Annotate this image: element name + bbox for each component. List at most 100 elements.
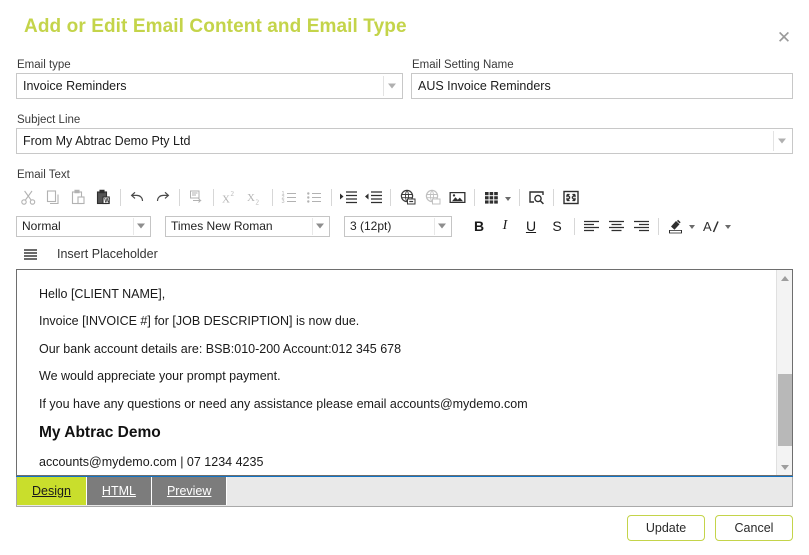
table-dropdown-caret-icon[interactable] xyxy=(505,196,511,201)
chevron-down-icon xyxy=(137,223,145,229)
text-highlight-icon[interactable] xyxy=(663,214,688,238)
toolbar-divider xyxy=(120,189,121,206)
chevron-down-icon xyxy=(388,83,396,89)
editor-vertical-scrollbar[interactable] xyxy=(776,270,792,475)
toolbar-row-3: Insert Placeholder xyxy=(16,242,793,266)
find-replace-icon[interactable] xyxy=(524,186,549,210)
paste-icon[interactable] xyxy=(66,186,91,210)
svg-text:W: W xyxy=(104,199,110,205)
paragraph-style-value: Normal xyxy=(22,219,61,233)
scrollbar-thumb[interactable] xyxy=(778,374,792,446)
chevron-down-icon xyxy=(316,223,324,229)
strikethrough-button[interactable]: S xyxy=(544,214,570,238)
toolbar-divider xyxy=(213,189,214,206)
dialog-footer: Update Cancel xyxy=(627,515,793,541)
email-body-editor[interactable]: Hello [CLIENT NAME], Invoice [INVOICE #]… xyxy=(16,269,793,476)
chevron-down-icon xyxy=(438,223,446,229)
fontcolor-dropdown-caret-icon[interactable] xyxy=(725,225,731,229)
svg-text:2: 2 xyxy=(256,199,260,207)
font-family-select[interactable]: Times New Roman xyxy=(165,215,330,237)
insert-image-icon[interactable] xyxy=(445,186,470,210)
copy-icon[interactable] xyxy=(41,186,66,210)
undo-icon[interactable] xyxy=(125,186,150,210)
toolbar-divider xyxy=(272,189,273,206)
email-content-dialog: Add or Edit Email Content and Email Type… xyxy=(0,0,809,555)
toolbar-divider xyxy=(179,189,180,206)
superscript-icon[interactable]: X2 xyxy=(218,186,243,210)
email-body-line: Invoice [INVOICE #] for [JOB DESCRIPTION… xyxy=(39,314,360,329)
setting-name-input[interactable]: AUS Invoice Reminders xyxy=(411,73,793,99)
fullscreen-icon[interactable] xyxy=(558,186,583,210)
close-icon[interactable]: ✕ xyxy=(773,26,795,48)
editor-mode-tabs: Design HTML Preview xyxy=(17,477,228,505)
paragraph-style-select[interactable]: Normal xyxy=(16,215,151,237)
insert-link-icon[interactable] xyxy=(395,186,420,210)
font-family-value: Times New Roman xyxy=(171,219,273,233)
indent-increase-icon[interactable] xyxy=(336,186,361,210)
signature-name: My Abtrac Demo xyxy=(39,423,161,441)
email-body-line: We would appreciate your prompt payment. xyxy=(39,369,281,384)
email-text-label: Email Text xyxy=(17,169,70,181)
email-body-line: Our bank account details are: BSB:010-20… xyxy=(39,341,402,356)
toolbar-divider xyxy=(658,217,659,235)
paste-word-icon[interactable]: W xyxy=(91,186,116,210)
toolbar-row-1: W X2 X2 123 xyxy=(16,184,793,211)
cut-icon[interactable] xyxy=(16,186,41,210)
toolbar-divider xyxy=(574,217,575,235)
select-divider xyxy=(773,131,774,151)
select-divider xyxy=(383,76,384,96)
tab-html[interactable]: HTML xyxy=(86,477,152,505)
tab-design[interactable]: Design xyxy=(17,477,87,505)
insert-placeholder-label[interactable]: Insert Placeholder xyxy=(57,247,158,261)
setting-name-label: Email Setting Name xyxy=(412,59,514,71)
svg-text:A: A xyxy=(703,219,712,234)
insert-placeholder-row[interactable]: Insert Placeholder xyxy=(16,242,158,266)
setting-name-value: AUS Invoice Reminders xyxy=(418,79,551,93)
toolbar-divider xyxy=(390,189,391,206)
svg-text:2: 2 xyxy=(231,190,235,198)
email-body-line: If you have any questions or need any as… xyxy=(39,396,528,411)
subject-line-value: From My Abtrac Demo Pty Ltd xyxy=(23,134,191,148)
scroll-up-icon[interactable] xyxy=(777,270,792,286)
toolbar-divider xyxy=(553,189,554,206)
svg-text:X: X xyxy=(247,192,255,204)
align-right-icon[interactable] xyxy=(629,214,654,238)
indent-decrease-icon[interactable] xyxy=(361,186,386,210)
toolbar-divider xyxy=(474,189,475,206)
italic-button[interactable]: I xyxy=(492,214,518,238)
page-title: Add or Edit Email Content and Email Type xyxy=(24,16,407,37)
remove-link-icon[interactable] xyxy=(420,186,445,210)
font-size-select[interactable]: 3 (12pt) xyxy=(344,215,452,237)
font-color-icon[interactable]: A xyxy=(699,214,724,238)
align-left-icon[interactable] xyxy=(579,214,604,238)
cancel-button[interactable]: Cancel xyxy=(715,515,793,541)
subject-line-label: Subject Line xyxy=(17,114,81,126)
svg-text:3: 3 xyxy=(282,199,285,205)
email-type-label: Email type xyxy=(17,59,71,71)
list-lines-icon[interactable] xyxy=(18,242,43,266)
bold-button[interactable]: B xyxy=(466,214,492,238)
editor-mode-tabstrip: Design HTML Preview xyxy=(16,477,793,507)
tab-preview[interactable]: Preview xyxy=(151,477,228,505)
subscript-icon[interactable]: X2 xyxy=(243,186,268,210)
rich-text-toolbar: W X2 X2 123 Normal Times New Roman 3 (12… xyxy=(16,184,793,266)
paste-text-icon[interactable] xyxy=(184,186,209,210)
toolbar-divider xyxy=(331,189,332,206)
align-center-icon[interactable] xyxy=(604,214,629,238)
chevron-down-icon xyxy=(778,138,786,144)
unordered-list-icon[interactable] xyxy=(302,186,327,210)
scroll-down-icon[interactable] xyxy=(777,459,792,475)
insert-table-icon[interactable] xyxy=(479,186,504,210)
toolbar-row-2: Normal Times New Roman 3 (12pt) B I U S xyxy=(16,212,793,240)
email-body-content[interactable]: Hello [CLIENT NAME], Invoice [INVOICE #]… xyxy=(17,270,776,475)
select-divider xyxy=(133,217,134,235)
ordered-list-icon[interactable]: 123 xyxy=(277,186,302,210)
redo-icon[interactable] xyxy=(150,186,175,210)
email-type-select[interactable]: Invoice Reminders xyxy=(16,73,403,99)
underline-button[interactable]: U xyxy=(518,214,544,238)
highlight-dropdown-caret-icon[interactable] xyxy=(689,225,695,229)
subject-line-select[interactable]: From My Abtrac Demo Pty Ltd xyxy=(16,128,793,154)
svg-text:X: X xyxy=(222,194,230,206)
update-button[interactable]: Update xyxy=(627,515,705,541)
select-divider xyxy=(434,217,435,235)
